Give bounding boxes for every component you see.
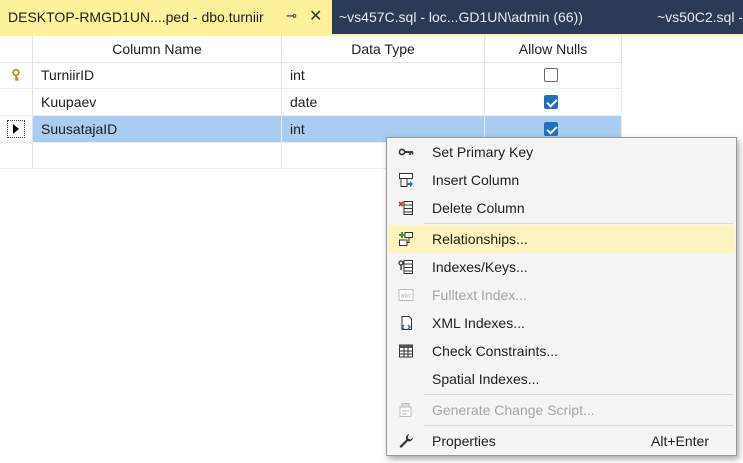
- generate-script-icon: [398, 402, 414, 418]
- menu-item-shortcut: Alt+Enter: [651, 433, 709, 449]
- table-row[interactable]: Kuupaev date: [0, 89, 622, 116]
- xml-indexes-icon: [398, 315, 414, 331]
- menu-item-label: Check Constraints...: [432, 343, 559, 359]
- menu-item-label: Relationships...: [432, 231, 528, 247]
- header-allow-nulls[interactable]: Allow Nulls: [485, 36, 622, 62]
- check-constraints-icon: [398, 343, 414, 359]
- menu-item-properties[interactable]: Properties Alt+Enter: [388, 427, 735, 455]
- menu-item-label: Insert Column: [432, 172, 520, 188]
- menu-item-set-primary-key[interactable]: Set Primary Key: [388, 138, 735, 166]
- allow-nulls-checkbox[interactable]: [544, 68, 558, 82]
- menu-item-label: Fulltext Index...: [432, 287, 527, 303]
- column-name-cell[interactable]: SuusatajaID: [33, 116, 282, 142]
- menu-item-label: Properties: [432, 433, 496, 449]
- allow-nulls-checkbox[interactable]: [544, 95, 558, 109]
- spatial-indexes-icon: [398, 371, 414, 387]
- menu-item-fulltext-index: abc Fulltext Index...: [388, 281, 735, 309]
- close-icon[interactable]: ✕: [309, 6, 322, 26]
- row-selector[interactable]: [0, 143, 33, 168]
- column-name-cell[interactable]: Kuupaev: [33, 89, 282, 115]
- indexes-keys-icon: [398, 259, 414, 275]
- row-selector[interactable]: [0, 62, 33, 88]
- tab-query-1[interactable]: ~vs457C.sql - loc...GD1UN\admin (66)): [339, 0, 583, 34]
- primary-key-icon: [12, 69, 20, 81]
- row-selector[interactable]: [0, 89, 33, 115]
- pin-icon[interactable]: ⊸: [286, 8, 297, 24]
- document-tab-strip: DESKTOP-RMGD1UN....ped - dbo.turniir ⊸ ✕…: [0, 0, 743, 34]
- menu-item-label: Indexes/Keys...: [432, 259, 528, 275]
- tab-title: ~vs457C.sql - loc...GD1UN\admin (66)): [339, 9, 583, 25]
- tab-query-2[interactable]: ~vs50C2.sql -: [657, 0, 743, 34]
- current-row-marker: [7, 120, 25, 138]
- menu-item-label: XML Indexes...: [432, 315, 525, 331]
- key-icon: [398, 144, 414, 160]
- data-type-cell[interactable]: date: [282, 89, 485, 115]
- header-column-name[interactable]: Column Name: [33, 36, 282, 62]
- header-selector-cell: [0, 36, 33, 62]
- arrow-right-icon: [13, 124, 19, 134]
- context-menu: Set Primary Key Insert Column Delete Col…: [386, 137, 737, 456]
- menu-item-label: Set Primary Key: [432, 144, 534, 160]
- row-selector[interactable]: [0, 116, 33, 142]
- menu-item-indexes-keys[interactable]: Indexes/Keys...: [388, 253, 735, 281]
- menu-item-check-constraints[interactable]: Check Constraints...: [388, 337, 735, 365]
- menu-item-generate-change-script: Generate Change Script...: [388, 396, 735, 424]
- column-name-cell[interactable]: [33, 143, 282, 168]
- tab-table-designer[interactable]: DESKTOP-RMGD1UN....ped - dbo.turniir ⊸ ✕: [0, 0, 332, 34]
- menu-item-spatial-indexes[interactable]: Spatial Indexes...: [388, 365, 735, 393]
- menu-item-relationships[interactable]: Relationships...: [388, 225, 735, 253]
- fulltext-index-icon: abc: [398, 287, 414, 303]
- menu-item-insert-column[interactable]: Insert Column: [388, 166, 735, 194]
- menu-item-label: Spatial Indexes...: [432, 371, 540, 387]
- menu-item-delete-column[interactable]: Delete Column: [388, 194, 735, 222]
- svg-text:abc: abc: [401, 293, 412, 300]
- tab-title: DESKTOP-RMGD1UN....ped - dbo.turniir: [8, 9, 264, 25]
- insert-column-icon: [398, 172, 414, 188]
- menu-item-label: Delete Column: [432, 200, 525, 216]
- menu-separator: [424, 223, 733, 224]
- menu-separator: [424, 394, 733, 395]
- wrench-icon: [398, 433, 414, 449]
- header-data-type[interactable]: Data Type: [282, 36, 485, 62]
- table-row[interactable]: TurniirID int: [0, 62, 622, 89]
- menu-item-label: Generate Change Script...: [432, 402, 595, 418]
- delete-column-icon: [398, 200, 414, 216]
- grid-header: Column Name Data Type Allow Nulls: [0, 36, 622, 63]
- menu-separator: [424, 425, 733, 426]
- allow-nulls-checkbox[interactable]: [544, 122, 558, 136]
- menu-item-xml-indexes[interactable]: XML Indexes...: [388, 309, 735, 337]
- data-type-cell[interactable]: int: [282, 62, 485, 88]
- relationships-icon: [398, 231, 414, 247]
- column-name-cell[interactable]: TurniirID: [33, 62, 282, 88]
- tab-title: ~vs50C2.sql -: [657, 9, 743, 25]
